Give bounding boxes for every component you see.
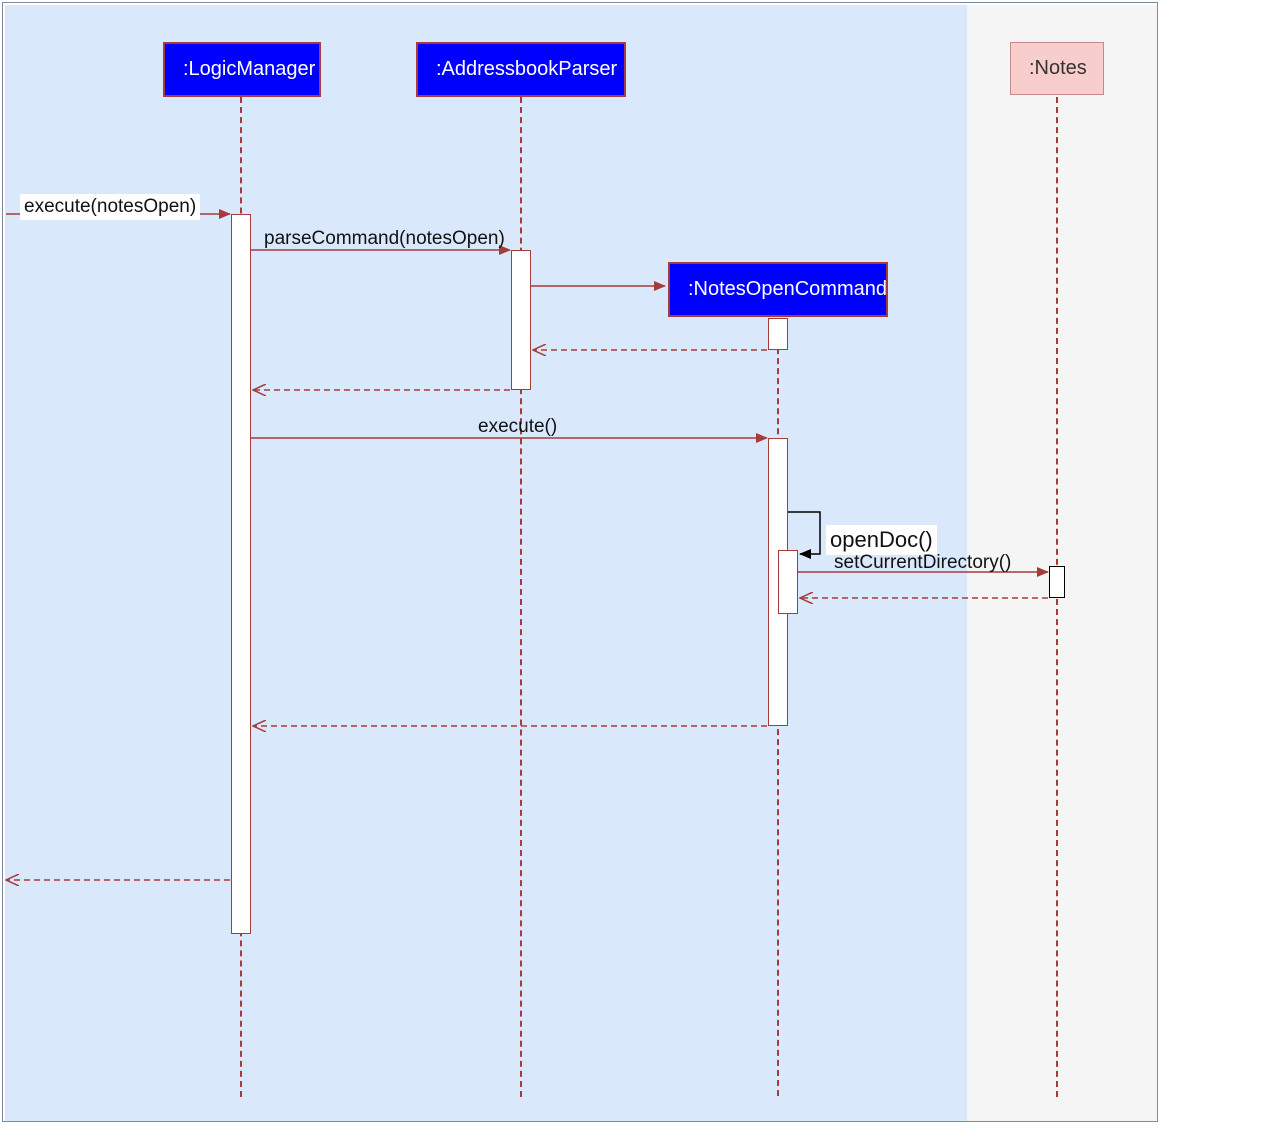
activation-notes-open-command-opendoc <box>778 550 798 614</box>
participant-addressbook-parser: :AddressbookParser <box>416 42 626 97</box>
participant-logic-manager: :LogicManager <box>163 42 321 97</box>
activation-logic-manager <box>231 214 251 934</box>
participant-label: :NotesOpenCommand <box>688 278 887 300</box>
activation-notes <box>1049 566 1065 598</box>
region-logic <box>5 5 967 1121</box>
participant-notes-open-command: :NotesOpenCommand <box>668 262 888 317</box>
activation-notes-open-command-create <box>768 318 788 350</box>
participant-label: :LogicManager <box>183 58 315 80</box>
lifeline-addressbook-parser <box>520 97 522 1097</box>
message-set-current-directory: setCurrentDirectory() <box>830 550 1015 576</box>
message-execute-in: execute(notesOpen) <box>20 194 200 220</box>
message-execute-call: execute() <box>474 414 561 440</box>
participant-notes: :Notes <box>1010 42 1104 95</box>
message-parse-command: parseCommand(notesOpen) <box>260 226 509 252</box>
activation-addressbook-parser <box>511 250 531 390</box>
sequence-diagram: :LogicManager :AddressbookParser :NotesO… <box>0 0 1282 1148</box>
participant-label: :AddressbookParser <box>436 58 617 80</box>
participant-label: :Notes <box>1029 57 1087 79</box>
